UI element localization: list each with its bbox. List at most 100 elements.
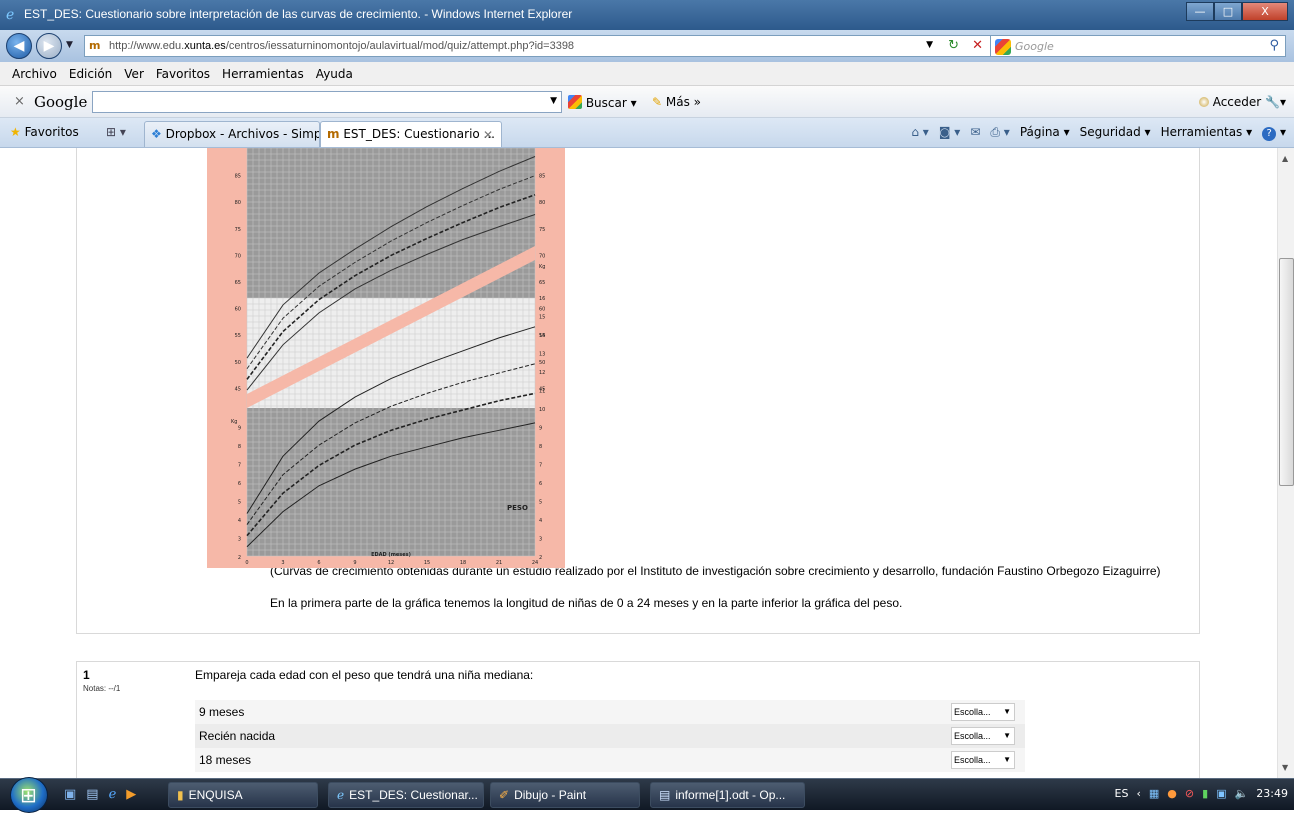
paint-icon: ✐: [499, 788, 510, 802]
menu-edicion[interactable]: Edición: [63, 62, 118, 85]
battery-icon[interactable]: ▮: [1202, 787, 1208, 800]
answer-select[interactable]: Escolla... ▼: [951, 751, 1015, 769]
menu-ayuda[interactable]: Ayuda: [310, 62, 359, 85]
question-text: Empareja cada edad con el peso que tendr…: [195, 668, 534, 682]
scroll-up-icon[interactable]: ▲: [1282, 154, 1288, 163]
taskbar-item-quiz[interactable]: ℯ EST_DES: Cuestionar...: [328, 782, 484, 808]
minimize-button[interactable]: —: [1186, 2, 1214, 21]
dropbox-icon: ❖: [151, 127, 162, 141]
answer-select[interactable]: Escolla... ▼: [951, 727, 1015, 745]
x-tick-label: 21: [496, 560, 502, 566]
refresh-icon[interactable]: ↻: [948, 38, 959, 53]
folder-icon: ▮: [177, 788, 184, 802]
network-icon[interactable]: ▦: [1149, 787, 1159, 800]
weight-tick-label-right: 5: [539, 500, 542, 506]
print-icon[interactable]: ⎙ ▾: [990, 125, 1009, 141]
menu-favoritos[interactable]: Favoritos: [150, 62, 216, 85]
google-logo-icon: [995, 39, 1011, 55]
page-content: (Curvas de crecimiento obtenidas durante…: [0, 148, 1294, 778]
volume-icon[interactable]: 🔈: [1235, 787, 1249, 800]
language-indicator[interactable]: ES: [1115, 787, 1129, 800]
pencil-icon: ✎: [652, 95, 663, 109]
weight-tick-label-left: 3: [238, 537, 241, 543]
mail-icon[interactable]: ✉: [970, 125, 980, 141]
moodle-icon: m: [327, 127, 340, 141]
buscar-button[interactable]: Buscar ▾: [568, 95, 637, 110]
help-menu[interactable]: ? ▾: [1262, 125, 1286, 141]
taskbar: ▣ ▤ ℯ ▶ ▮ENQUISA ℯEST_DES: Cuestionar...…: [0, 777, 1294, 813]
tab-quiz[interactable]: m EST_DES: Cuestionario ... ✕: [320, 121, 502, 147]
weight-tick-label-left: 2: [238, 555, 241, 561]
ie-icon: ℯ: [6, 7, 15, 23]
tab-close-icon[interactable]: ✕: [483, 128, 493, 142]
toolbar-close-icon[interactable]: ×: [14, 94, 25, 109]
menu-herramientas[interactable]: Herramientas: [216, 62, 310, 85]
show-desktop-icon[interactable]: ▣: [64, 787, 76, 802]
close-button[interactable]: X: [1242, 2, 1288, 21]
pagina-menu[interactable]: Página ▾: [1020, 125, 1070, 141]
menu-archivo[interactable]: Archivo: [6, 62, 63, 85]
taskbar-item-informe[interactable]: ▤ informe[1].odt - Op...: [650, 782, 805, 808]
intro-text: En la primera parte de la gráfica tenemo…: [270, 596, 903, 610]
taskbar-item-enquisa[interactable]: ▮ ENQUISA: [168, 782, 318, 808]
moodle-favicon-icon: m: [89, 39, 101, 52]
match-row: 18 meses Escolla... ▼: [195, 748, 1025, 772]
media-player-icon[interactable]: ▶: [126, 787, 136, 802]
tab-bar: ★ Favoritos ⊞ ▾ ❖ Dropbox - Archivos - S…: [0, 118, 1294, 148]
forward-button[interactable]: ▶: [36, 33, 62, 59]
weight-tick-label-left: 5: [238, 500, 241, 506]
match-row: 9 meses Escolla... ▼: [195, 700, 1025, 724]
herramientas-menu[interactable]: Herramientas ▾: [1161, 125, 1253, 141]
weight-tick-label-right: 9: [539, 426, 542, 432]
question-panel: 1 Notas: --/1 Empareja cada edad con el …: [76, 661, 1200, 778]
x-tick-label: 9: [353, 560, 356, 566]
google-toolbar-search-input[interactable]: ▼: [92, 91, 562, 113]
x-tick-label: 3: [281, 560, 284, 566]
ie-launch-icon[interactable]: ℯ: [109, 787, 117, 802]
address-bar: ◀ ▶ ▼ m http://www.edu.xunta.es/centros/…: [0, 30, 1294, 62]
tab-dropbox[interactable]: ❖ Dropbox - Archivos - Simp...: [144, 121, 320, 147]
switch-windows-icon[interactable]: ▤: [86, 787, 98, 802]
quick-tabs-icon[interactable]: ⊞ ▾: [106, 125, 126, 139]
back-button[interactable]: ◀: [6, 33, 32, 59]
scrollbar-thumb[interactable]: [1279, 258, 1294, 486]
match-row-label: 18 meses: [199, 753, 252, 767]
weight-tick-label-right: 12: [539, 370, 545, 376]
search-input[interactable]: Google ⚲: [990, 35, 1286, 57]
maximize-button[interactable]: □: [1214, 2, 1242, 21]
favorites-button[interactable]: ★ Favoritos: [10, 125, 79, 139]
star-icon: ★: [10, 125, 21, 139]
security-icon[interactable]: ●: [1167, 787, 1177, 800]
mas-button[interactable]: ✎ Más »: [652, 95, 701, 109]
x-tick-label: 12: [388, 560, 394, 566]
length-tick-label-left: 70: [235, 253, 241, 259]
blocked-icon[interactable]: ⊘: [1185, 787, 1194, 800]
stop-icon[interactable]: ✕: [972, 38, 983, 53]
scroll-down-icon[interactable]: ▼: [1282, 763, 1288, 772]
command-bar: ⌂ ▾ ◙ ▾ ✉ ⎙ ▾ Página ▾ Seguridad ▾ Herra…: [911, 125, 1286, 141]
length-tick-label-right: 80: [539, 200, 545, 206]
answer-select[interactable]: Escolla... ▼: [951, 703, 1015, 721]
length-tick-label-right: 70: [539, 253, 545, 259]
start-button[interactable]: [10, 777, 48, 813]
length-tick-label-left: 65: [235, 280, 241, 286]
menu-bar: Archivo Edición Ver Favoritos Herramient…: [0, 62, 1294, 86]
history-dropdown-icon[interactable]: ▼: [66, 40, 73, 50]
seguridad-menu[interactable]: Seguridad ▾: [1080, 125, 1151, 141]
window-title: EST_DES: Cuestionario sobre interpretaci…: [24, 7, 573, 21]
url-dropdown-icon[interactable]: ▼: [926, 40, 933, 50]
tray-expand-icon[interactable]: ‹: [1136, 787, 1140, 800]
url-input[interactable]: m http://www.edu.xunta.es/centros/iessat…: [84, 35, 994, 57]
google-icon: [568, 95, 582, 109]
search-icon[interactable]: ⚲: [1269, 38, 1279, 53]
feeds-icon[interactable]: ◙ ▾: [939, 125, 960, 141]
monitor-icon[interactable]: ▣: [1216, 787, 1226, 800]
toolbar-search-dropdown-icon[interactable]: ▼: [550, 96, 557, 106]
title-bar: ℯ EST_DES: Cuestionario sobre interpreta…: [0, 0, 1294, 30]
home-icon[interactable]: ⌂ ▾: [911, 125, 928, 141]
acceder-button[interactable]: Acceder 🔧▾: [1198, 95, 1286, 109]
ie-icon: ℯ: [337, 788, 345, 802]
menu-ver[interactable]: Ver: [118, 62, 150, 85]
taskbar-item-paint[interactable]: ✐ Dibujo - Paint: [490, 782, 640, 808]
vertical-scrollbar[interactable]: ▲ ▼: [1277, 148, 1294, 778]
